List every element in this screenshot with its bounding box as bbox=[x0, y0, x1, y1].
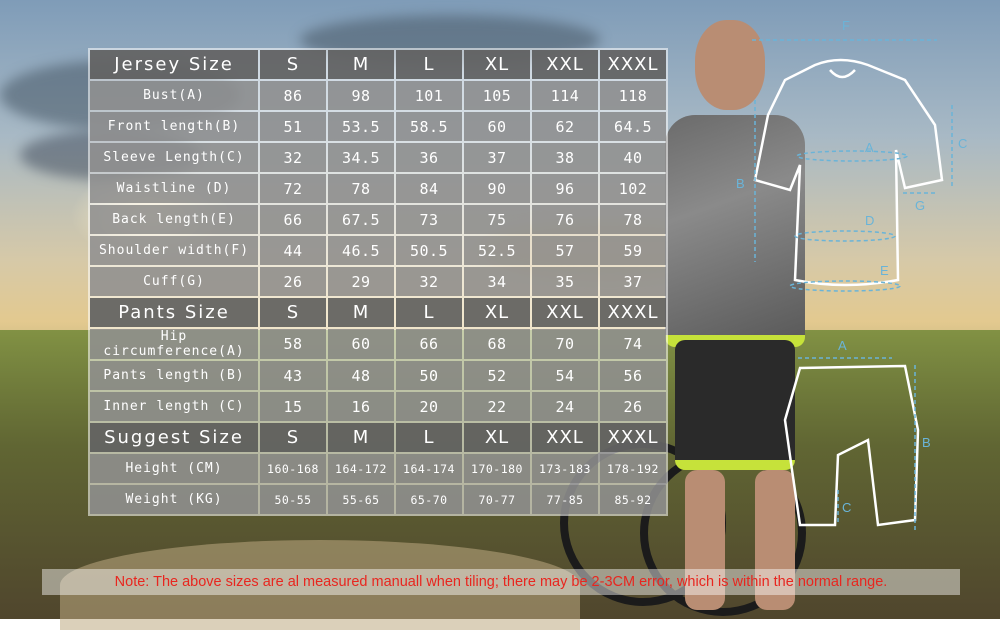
pants-label-c: C bbox=[842, 500, 851, 515]
label-b: B bbox=[736, 176, 745, 191]
dim-a-line bbox=[796, 150, 908, 162]
pants-label-a: A bbox=[838, 338, 847, 353]
label-g: G bbox=[915, 198, 925, 213]
label-f: F bbox=[842, 18, 850, 33]
pants-outline bbox=[783, 364, 920, 527]
pants-label-b: B bbox=[922, 435, 931, 450]
label-a: A bbox=[865, 140, 874, 155]
label-c: C bbox=[958, 136, 967, 151]
label-d: D bbox=[865, 213, 874, 228]
measurement-note: Note: The above sizes are al measured ma… bbox=[42, 569, 960, 595]
jersey-outline bbox=[753, 58, 944, 287]
label-e: E bbox=[880, 263, 889, 278]
dim-d-line bbox=[794, 230, 896, 242]
size-diagram: F A B C D E G A B C bbox=[736, 18, 967, 530]
